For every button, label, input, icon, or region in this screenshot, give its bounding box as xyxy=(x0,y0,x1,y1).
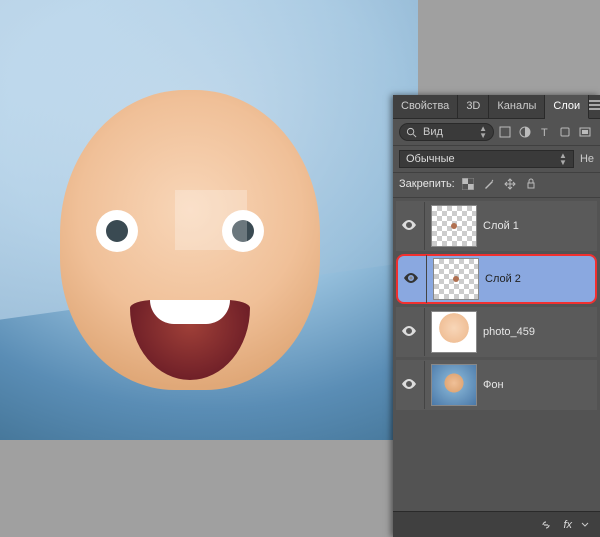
visibility-toggle-icon[interactable] xyxy=(404,273,418,286)
lock-transparency-icon[interactable] xyxy=(461,177,475,191)
layers-list: Слой 1 Слой 2 photo_459 Фон xyxy=(393,198,600,413)
layer-row[interactable]: photo_459 xyxy=(396,307,597,357)
layer-thumbnail[interactable] xyxy=(431,205,477,247)
filter-pixel-icon[interactable] xyxy=(498,125,512,139)
layer-name[interactable]: Слой 1 xyxy=(483,220,519,232)
filter-smart-icon[interactable] xyxy=(578,125,592,139)
tab-3d[interactable]: 3D xyxy=(458,95,489,118)
eye-left xyxy=(96,210,138,252)
layer-name[interactable]: Фон xyxy=(483,379,504,391)
filter-adjust-icon[interactable] xyxy=(518,125,532,139)
layer-name[interactable]: Слой 2 xyxy=(485,273,521,285)
svg-text:T: T xyxy=(541,127,548,138)
opacity-label: Не xyxy=(580,153,594,165)
tab-properties[interactable]: Свойства xyxy=(393,95,458,118)
layers-bottom-toolbar: fx xyxy=(393,511,600,537)
layer-filter-row: Вид ▲▼ T xyxy=(393,119,600,146)
filter-shape-icon[interactable] xyxy=(558,125,572,139)
layer-filter-label: Вид xyxy=(423,126,443,138)
layer-thumbnail[interactable] xyxy=(431,311,477,353)
chevron-updown-icon: ▲▼ xyxy=(559,152,567,166)
lock-position-icon[interactable] xyxy=(503,177,517,191)
layer-style-label[interactable]: fx xyxy=(563,519,572,531)
source-patch-rect xyxy=(175,190,247,250)
layer-thumbnail[interactable] xyxy=(431,364,477,406)
layer-row[interactable]: Фон xyxy=(396,360,597,410)
lock-pixels-icon[interactable] xyxy=(482,177,496,191)
panel-menu-icon[interactable] xyxy=(589,95,600,118)
link-layers-icon[interactable] xyxy=(539,518,553,532)
visibility-toggle-icon[interactable] xyxy=(402,379,416,392)
search-icon xyxy=(406,127,417,138)
divider xyxy=(426,255,427,303)
artboard xyxy=(0,0,418,440)
blend-mode-value: Обычные xyxy=(406,153,455,165)
divider xyxy=(424,202,425,250)
divider xyxy=(424,361,425,409)
lock-all-icon[interactable] xyxy=(524,177,538,191)
visibility-toggle-icon[interactable] xyxy=(402,326,416,339)
panel-tabs: Свойства 3D Каналы Слои xyxy=(393,95,600,119)
mouth xyxy=(130,300,250,380)
blend-opacity-row: Обычные ▲▼ Не xyxy=(393,146,600,173)
layer-name[interactable]: photo_459 xyxy=(483,326,535,338)
visibility-toggle-icon[interactable] xyxy=(402,220,416,233)
layer-thumbnail[interactable] xyxy=(433,258,479,300)
canvas-area[interactable] xyxy=(0,0,425,537)
chevron-updown-icon: ▲▼ xyxy=(479,125,487,139)
divider xyxy=(424,308,425,356)
layer-row[interactable]: Слой 1 xyxy=(396,201,597,251)
lock-label: Закрепить: xyxy=(399,178,455,190)
tab-layers[interactable]: Слои xyxy=(545,95,589,119)
blend-mode-select[interactable]: Обычные ▲▼ xyxy=(399,150,574,168)
layer-filter-select[interactable]: Вид ▲▼ xyxy=(399,123,494,141)
tab-channels[interactable]: Каналы xyxy=(489,95,545,118)
chevron-down-icon[interactable] xyxy=(578,518,592,532)
filter-text-icon[interactable]: T xyxy=(538,125,552,139)
layer-row[interactable]: Слой 2 xyxy=(396,254,597,304)
filter-type-icons: T xyxy=(498,125,594,139)
layers-panel: Свойства 3D Каналы Слои Вид ▲▼ T Обычные… xyxy=(393,95,600,537)
lock-row: Закрепить: xyxy=(393,173,600,198)
